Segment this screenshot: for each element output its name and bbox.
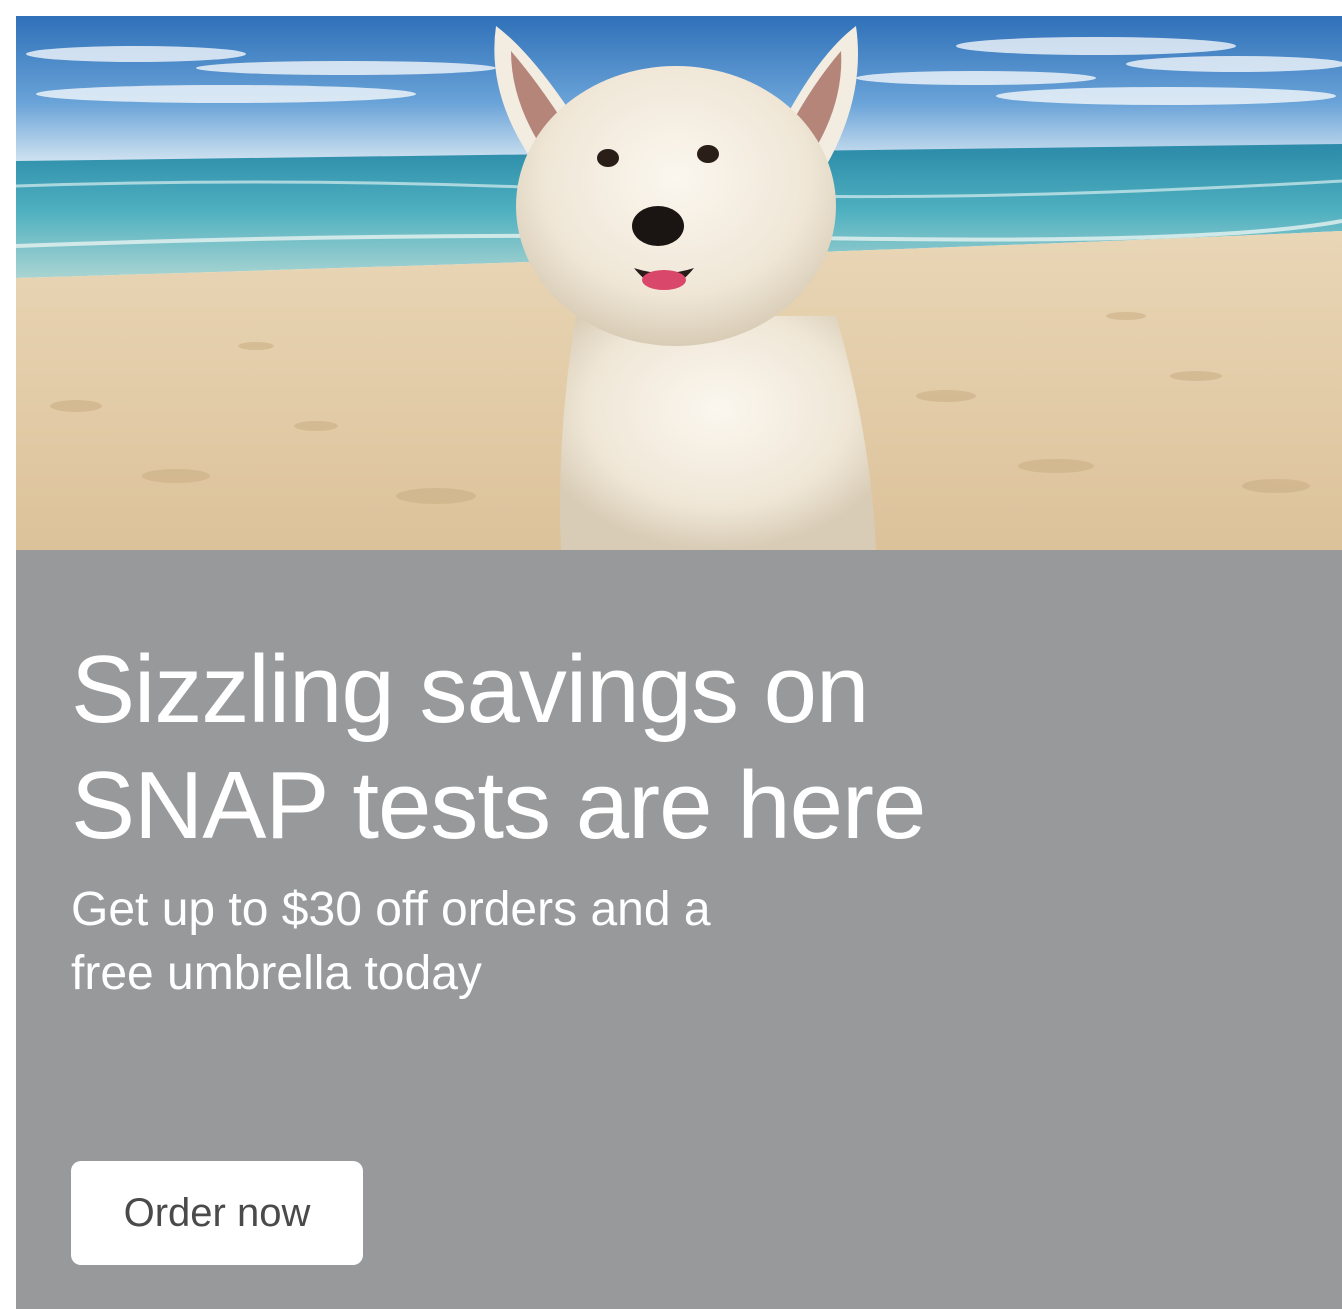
- hero-image: [16, 16, 1342, 550]
- promo-card: Sizzling savings on SNAP tests are here …: [16, 16, 1342, 1309]
- headline: Sizzling savings on SNAP tests are here: [71, 632, 1071, 864]
- beach-dog-illustration: [16, 16, 1342, 550]
- subheadline-line-2: free umbrella today: [71, 947, 482, 1000]
- order-now-button[interactable]: Order now: [71, 1161, 363, 1265]
- promo-panel: Sizzling savings on SNAP tests are here …: [16, 550, 1342, 1309]
- subheadline: Get up to $30 off orders and a free umbr…: [71, 878, 871, 1006]
- headline-line-2: SNAP tests are here: [71, 752, 926, 859]
- subheadline-line-1: Get up to $30 off orders and a: [71, 883, 711, 936]
- headline-line-1: Sizzling savings on: [71, 636, 869, 743]
